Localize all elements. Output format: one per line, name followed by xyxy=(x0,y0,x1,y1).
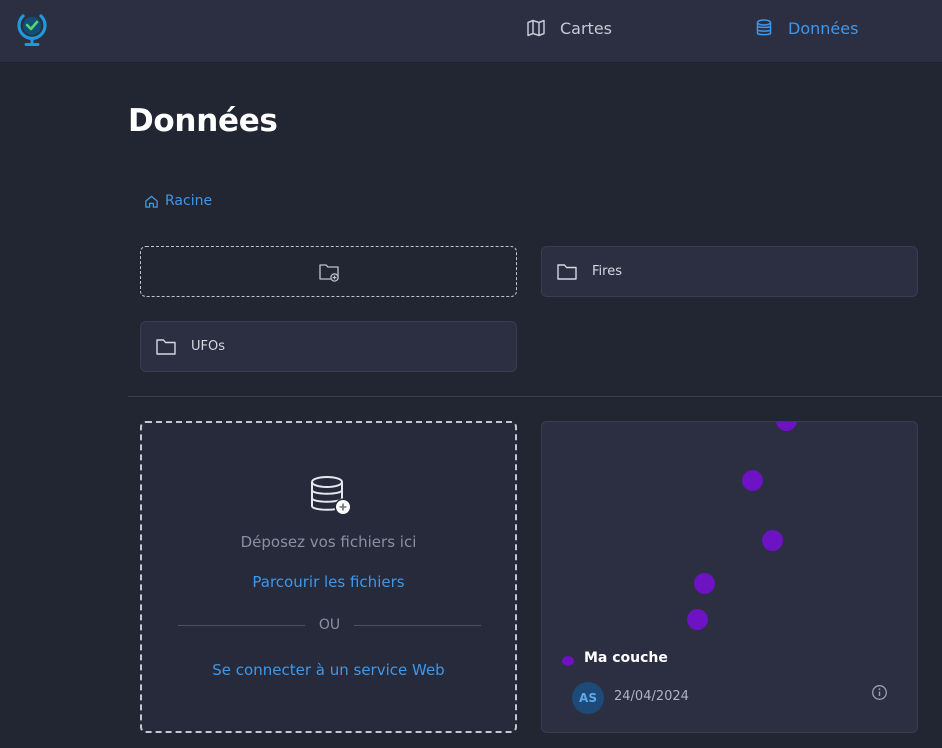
separator-line xyxy=(178,624,305,626)
globe-check-logo[interactable] xyxy=(14,10,48,48)
nav-data[interactable]: Données xyxy=(754,17,858,39)
top-bar: Cartes Données xyxy=(0,0,942,63)
map-icon xyxy=(526,18,546,38)
folder-icon xyxy=(155,337,177,357)
folder-label: UFOs xyxy=(191,339,225,354)
nav-maps-label: Cartes xyxy=(560,18,613,38)
dropzone-text: Déposez vos fichiers ici xyxy=(240,533,417,551)
breadcrumb-root[interactable]: Racine xyxy=(144,193,212,209)
info-icon[interactable] xyxy=(871,684,888,701)
page-title: Données xyxy=(128,103,278,139)
layer-date: 24/04/2024 xyxy=(614,689,689,704)
folder-plus-icon xyxy=(318,261,340,283)
map-point xyxy=(742,470,763,491)
nav-maps[interactable]: Cartes xyxy=(526,17,612,39)
folder-ufos[interactable]: UFOs xyxy=(140,321,517,372)
or-label: OU xyxy=(318,617,341,633)
avatar: AS xyxy=(572,682,604,714)
folder-label: Fires xyxy=(592,264,622,279)
or-separator: OU xyxy=(178,617,481,633)
breadcrumb-label: Racine xyxy=(165,193,213,209)
file-dropzone[interactable]: Déposez vos fichiers ici Parcourir les f… xyxy=(140,421,517,733)
nav-data-label: Données xyxy=(788,18,859,38)
folder-fires[interactable]: Fires xyxy=(541,246,918,297)
separator-line xyxy=(354,624,481,626)
layer-card[interactable]: Ma couche AS 24/04/2024 xyxy=(541,421,918,733)
section-divider xyxy=(128,396,942,397)
new-folder-button[interactable] xyxy=(140,246,517,297)
layer-name: Ma couche xyxy=(584,650,668,666)
database-icon xyxy=(754,18,774,38)
database-plus-icon xyxy=(308,473,354,519)
layer-preview xyxy=(542,422,917,642)
map-point xyxy=(687,609,708,630)
folder-icon xyxy=(556,262,578,282)
home-icon xyxy=(144,194,159,209)
map-point xyxy=(762,530,783,551)
legend-swatch xyxy=(562,656,574,666)
browse-files-link[interactable]: Parcourir les fichiers xyxy=(142,573,515,591)
connect-web-service-link[interactable]: Se connecter à un service Web xyxy=(142,661,515,679)
map-point xyxy=(694,573,715,594)
map-point xyxy=(776,422,797,431)
